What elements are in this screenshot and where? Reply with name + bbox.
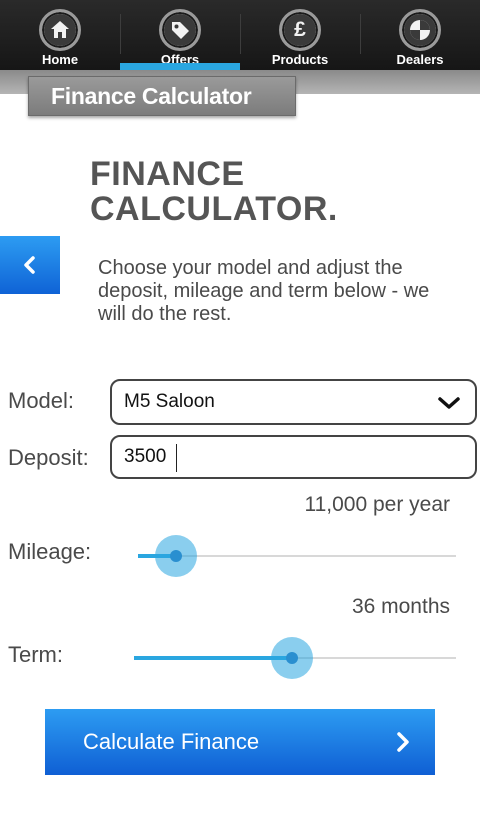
term-slider[interactable] <box>134 637 456 679</box>
nav-home-label: Home <box>41 52 79 67</box>
chevron-down-icon <box>438 397 460 409</box>
mileage-slider-thumb[interactable] <box>155 535 197 577</box>
nav-products-label: Products <box>271 52 329 67</box>
heading-line-1: FINANCE <box>90 155 245 193</box>
model-label: Model: <box>8 388 75 413</box>
model-select[interactable]: M5 Saloon <box>110 379 477 425</box>
section-heading: FINANCE CALCULATOR. <box>90 157 338 227</box>
top-navigation: Home Offers £ Products Dealers <box>0 0 480 70</box>
mileage-label: Mileage: <box>8 539 92 564</box>
pound-icon: £ <box>279 9 321 51</box>
nav-products[interactable]: £ Products <box>240 0 360 70</box>
deposit-input[interactable] <box>110 435 477 479</box>
term-label: Term: <box>8 642 63 667</box>
page-title-tab: Finance Calculator <box>28 76 296 116</box>
mileage-value: 11,000 per year <box>304 493 450 516</box>
calculate-finance-label: Calculate Finance <box>83 729 260 754</box>
chevron-right-icon <box>397 732 409 752</box>
heading-line-2: CALCULATOR. <box>90 190 338 228</box>
tag-icon <box>159 9 201 51</box>
calculate-finance-button[interactable]: Calculate Finance <box>45 709 435 775</box>
term-value: 36 months <box>351 595 450 618</box>
term-slider-thumb[interactable] <box>271 637 313 679</box>
chevron-left-icon <box>24 256 35 274</box>
location-icon <box>399 9 441 51</box>
home-icon <box>39 9 81 51</box>
mileage-slider[interactable] <box>138 535 456 577</box>
nav-offers[interactable]: Offers <box>120 0 240 70</box>
back-button[interactable] <box>0 236 60 294</box>
model-selected-value: M5 Saloon <box>124 391 215 412</box>
nav-home[interactable]: Home <box>0 0 120 70</box>
active-tab-indicator <box>120 63 240 70</box>
term-slider-fill <box>134 656 292 660</box>
nav-dealers[interactable]: Dealers <box>360 0 480 70</box>
intro-text: Choose your model and adjust the deposit… <box>98 257 430 325</box>
deposit-label: Deposit: <box>8 445 89 470</box>
nav-dealers-label: Dealers <box>396 52 444 67</box>
text-caret <box>176 444 177 472</box>
page-title: Finance Calculator <box>51 82 252 109</box>
